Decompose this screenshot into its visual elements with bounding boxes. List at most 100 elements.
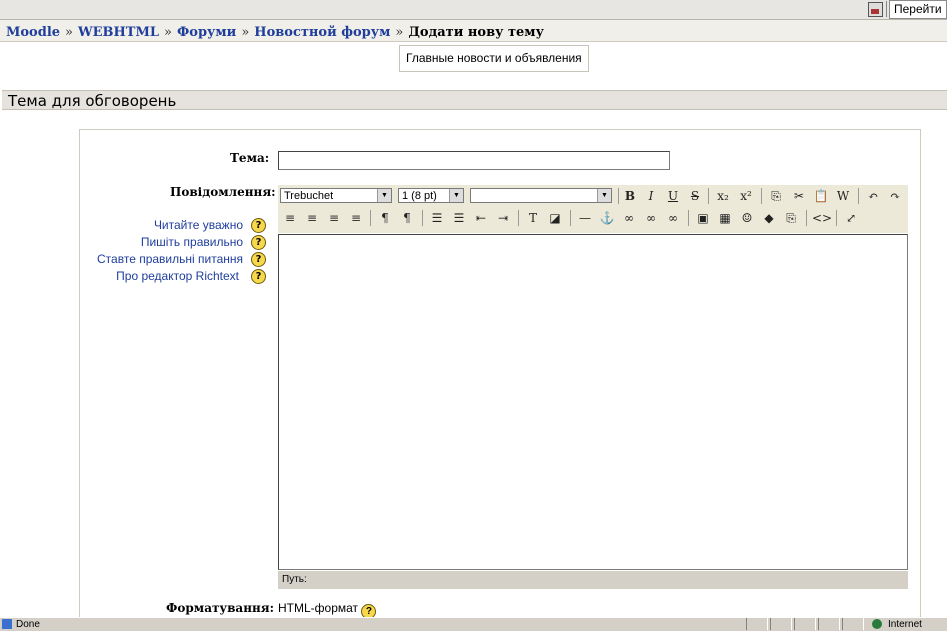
toolbar-separator (370, 210, 371, 226)
editor-path: Путь: (278, 571, 908, 589)
breadcrumb-separator: » (163, 25, 172, 40)
toolbar-separator (618, 188, 619, 204)
format-value-text: HTML-формат (278, 601, 359, 615)
unordered-list-icon[interactable]: ☰ (450, 209, 468, 227)
unlink-icon[interactable]: ∞ (642, 209, 660, 227)
bold-icon[interactable]: B (621, 187, 639, 205)
help-link-ask-questions[interactable]: Ставте правильні питання (97, 252, 243, 266)
toolbar-separator (422, 210, 423, 226)
rtl-icon[interactable]: ¶ (398, 209, 416, 227)
message-label: Повідомлення: (170, 185, 276, 199)
toolbar-separator (806, 210, 807, 226)
fullscreen-icon[interactable]: ⤢ (842, 209, 860, 227)
toolbar-separator (886, 1, 887, 17)
copy-icon[interactable]: ⎘ (767, 187, 785, 205)
breadcrumb: Moodle » WEBHTML » Форуми » Новостной форум » До… (0, 20, 947, 42)
status-cell (770, 618, 792, 630)
anchor-icon[interactable]: ⚓ (598, 209, 616, 227)
help-icon[interactable]: ? (251, 235, 266, 250)
status-cell (818, 618, 840, 630)
align-right-icon[interactable]: ≡ (325, 209, 343, 227)
size-select-value: 1 (8 pt) (402, 190, 437, 202)
zone-text: Internet (888, 619, 922, 630)
page-icon (2, 619, 12, 629)
format-value: HTML-формат ? (278, 601, 377, 619)
toolbar-row-1: Trebuchet ▼ 1 (8 pt) ▼ ▼ B I U Sx₂ x² ⎘ ✂ 📋 W ↶ ↷ (278, 185, 908, 207)
subject-label: Тема: (230, 151, 270, 165)
toolbar-separator (708, 188, 709, 204)
breadcrumb-separator: » (241, 25, 250, 40)
breadcrumb-separator: » (395, 25, 404, 40)
superscript-icon[interactable]: x² (737, 187, 755, 205)
toolbar-separator (858, 188, 859, 204)
toolbar-separator (518, 210, 519, 226)
html-source-icon[interactable]: <> (812, 209, 832, 227)
font-select-value: Trebuchet (284, 190, 334, 202)
undo-icon[interactable]: ↶ (864, 187, 882, 205)
breadcrumb-separator: » (65, 25, 73, 40)
status-bar: Done Internet (0, 617, 947, 631)
cut-icon[interactable]: ✂ (790, 187, 808, 205)
special-char-icon[interactable]: ◆ (760, 209, 778, 227)
chevron-down-icon: ▼ (377, 189, 391, 202)
search-replace-icon[interactable]: ⎘ (782, 209, 800, 227)
outdent-icon[interactable]: ⇤ (472, 209, 490, 227)
breadcrumb-news-forum[interactable]: Новостной форум (254, 25, 390, 40)
status-text: Done (16, 619, 40, 630)
image-icon[interactable]: ▣ (694, 209, 712, 227)
chevron-down-icon: ▼ (449, 189, 463, 202)
toolbar-separator (688, 210, 689, 226)
message-editor[interactable] (278, 234, 908, 570)
align-center-icon[interactable]: ≡ (303, 209, 321, 227)
underline-icon[interactable]: U (664, 187, 682, 205)
help-link-write-correctly[interactable]: Пишіть правильно (141, 235, 243, 249)
toolbar-separator (570, 210, 571, 226)
link-icon[interactable]: ∞ (620, 209, 638, 227)
ordered-list-icon[interactable]: ☰ (428, 209, 446, 227)
subject-input[interactable] (278, 151, 670, 170)
toolbar-row-2: ≡ ≡ ≡ ≡ ¶ ¶ ☰ ☰ ⇤ ⇥ T ◪ — ⚓ ∞ ∞ ∞ ▣ ▦ ☺ ◆ ⎘ <> ⤢ (278, 207, 908, 229)
italic-icon[interactable]: I (642, 187, 660, 205)
align-left-icon[interactable]: ≡ (281, 209, 299, 227)
help-link-richtext[interactable]: Про редактор Richtext (116, 269, 239, 283)
table-icon[interactable]: ▦ (716, 209, 734, 227)
strikethrough-icon[interactable]: S (686, 187, 704, 205)
section-title: Тема для обговорень (2, 90, 947, 110)
status-cell (794, 618, 816, 630)
help-icon[interactable]: ? (251, 218, 266, 233)
status-cell (746, 618, 768, 630)
paste-word-icon[interactable]: W (834, 187, 852, 205)
browser-toolbar: Перейти (0, 0, 947, 20)
smiley-icon[interactable]: ☺ (738, 209, 756, 227)
help-icon[interactable]: ? (251, 269, 266, 284)
text-color-icon[interactable]: T (524, 209, 542, 227)
save-page-icon[interactable] (868, 2, 883, 17)
indent-icon[interactable]: ⇥ (494, 209, 512, 227)
help-link-read-carefully[interactable]: Читайте уважно (154, 218, 243, 232)
ltr-icon[interactable]: ¶ (376, 209, 394, 227)
globe-icon (872, 619, 882, 629)
chevron-down-icon: ▼ (597, 189, 611, 202)
horizontal-rule-icon[interactable]: — (576, 209, 594, 227)
status-cell (842, 618, 864, 630)
format-label: Форматування: (166, 601, 275, 615)
toolbar-separator (761, 188, 762, 204)
paste-icon[interactable]: 📋 (812, 187, 830, 205)
help-links: Читайте уважно ? Пишіть правильно ? Став… (80, 217, 270, 287)
subscript-icon[interactable]: x₂ (714, 187, 732, 205)
bg-color-icon[interactable]: ◪ (546, 209, 564, 227)
breadcrumb-current: Додати нову тему (408, 25, 544, 40)
style-select[interactable]: ▼ (470, 188, 612, 203)
redo-icon[interactable]: ↷ (886, 187, 904, 205)
nolink-icon[interactable]: ∞ (664, 209, 682, 227)
go-button[interactable]: Перейти (889, 0, 947, 19)
breadcrumb-moodle[interactable]: Moodle (6, 25, 60, 40)
help-icon[interactable]: ? (251, 252, 266, 267)
breadcrumb-webhtml[interactable]: WEBHTML (78, 25, 159, 40)
editor-toolbar: Trebuchet ▼ 1 (8 pt) ▼ ▼ B I U Sx₂ x² ⎘ ✂ 📋 W ↶ ↷ … (278, 185, 908, 233)
breadcrumb-forums[interactable]: Форуми (177, 25, 236, 40)
size-select[interactable]: 1 (8 pt) ▼ (398, 188, 464, 203)
justify-icon[interactable]: ≡ (347, 209, 365, 227)
font-select[interactable]: Trebuchet ▼ (280, 188, 392, 203)
toolbar-separator (836, 210, 837, 226)
